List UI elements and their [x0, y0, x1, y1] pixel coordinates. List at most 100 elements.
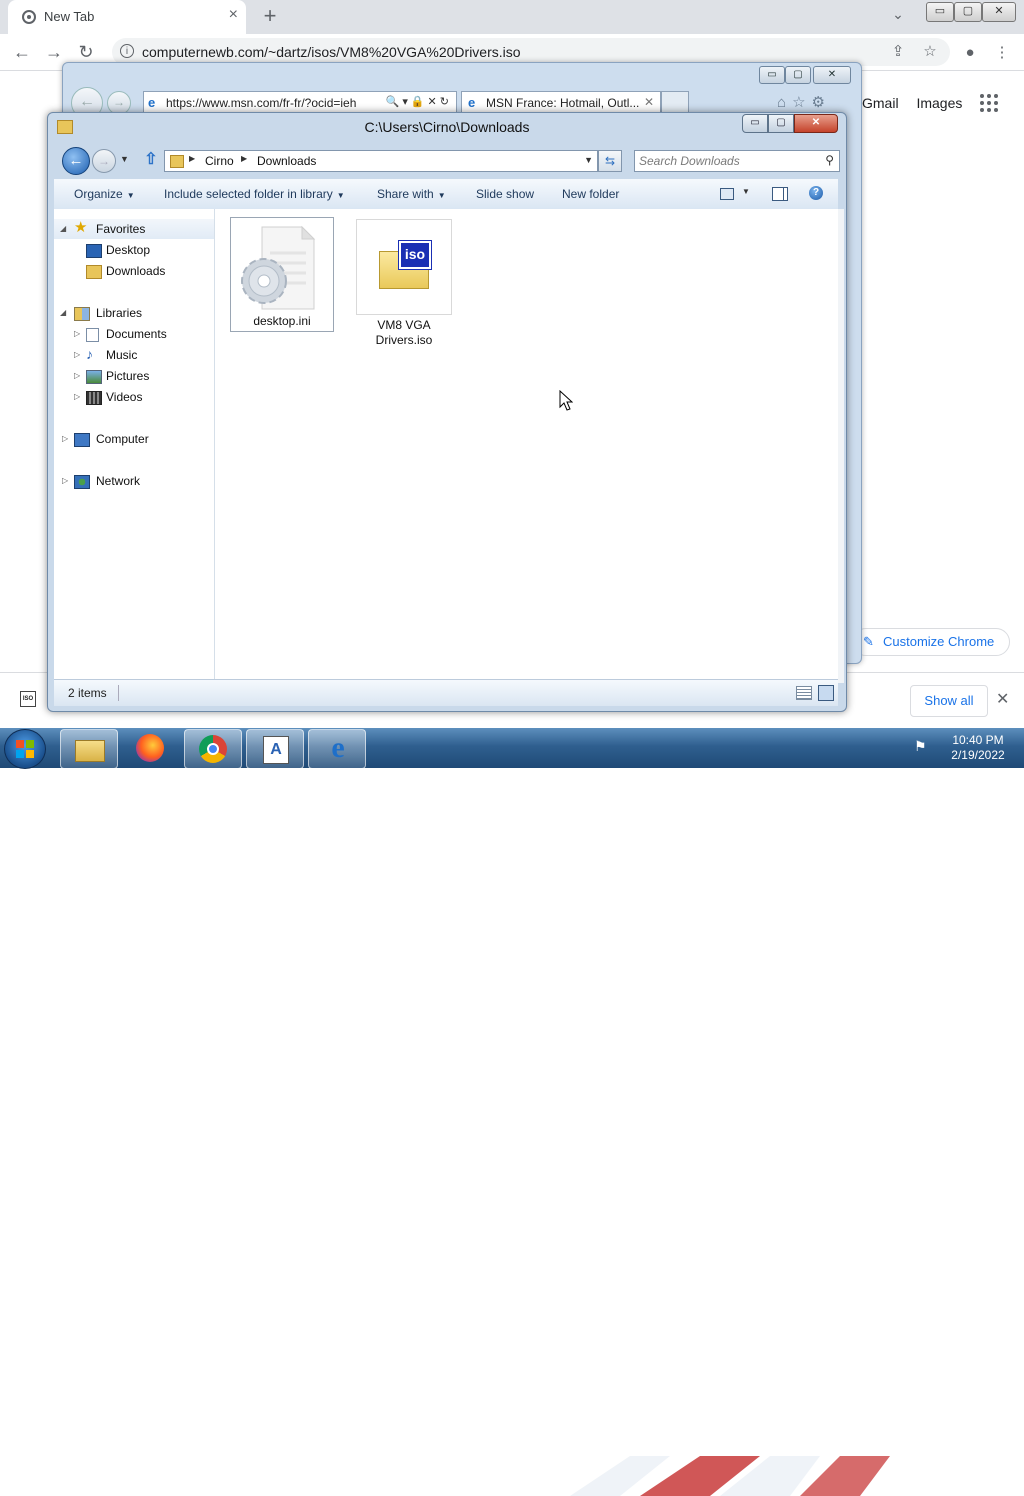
site-info-icon[interactable]: i	[120, 44, 134, 58]
ie-close-button[interactable]: ✕	[813, 66, 851, 84]
chrome-tab-new-tab[interactable]: New Tab ×	[8, 0, 246, 34]
taskbar-wordpad[interactable]: A	[246, 729, 304, 769]
change-view-icon[interactable]	[720, 188, 734, 200]
chrome-menu-icon[interactable]: ⋮	[992, 43, 1012, 63]
slide-show-button[interactable]: Slide show	[476, 187, 534, 201]
nav-music-label: Music	[106, 348, 138, 362]
favorites-star-icon[interactable]: ☆	[792, 94, 811, 111]
recent-pages-chevron-icon[interactable]: ▼	[120, 154, 129, 164]
start-button[interactable]	[4, 729, 46, 769]
organize-button[interactable]: Organize ▼	[74, 187, 135, 201]
nav-computer[interactable]: ▷ Computer	[54, 429, 214, 449]
google-apps-icon[interactable]	[980, 94, 1000, 114]
include-label: Include selected folder in library	[164, 187, 333, 201]
up-arrow-icon[interactable]: ⇧	[142, 151, 160, 169]
music-note-icon: ♪	[86, 346, 93, 362]
nav-music[interactable]: ▷ ♪ Music	[54, 345, 214, 365]
include-in-library-button[interactable]: Include selected folder in library ▼	[164, 187, 345, 201]
breadcrumb-arrow-icon[interactable]: ▶	[189, 154, 195, 163]
star-icon: ★	[74, 219, 88, 236]
taskbar-internet-explorer[interactable]: e	[308, 729, 366, 769]
new-folder-button[interactable]: New folder	[562, 187, 619, 201]
explorer-title: C:\Users\Cirno\Downloads	[364, 119, 530, 135]
collapse-triangle-icon[interactable]: ▷	[62, 471, 68, 491]
action-center-flag-icon[interactable]: ⚑	[914, 738, 932, 756]
explorer-address-bar[interactable]: ▶ Cirno ▶ Downloads ▼	[164, 150, 598, 172]
home-icon[interactable]: ⌂	[777, 94, 792, 111]
taskbar-clock[interactable]: 10:40 PM 2/19/2022	[938, 733, 1018, 763]
iso-file-icon[interactable]: ISO	[20, 691, 36, 707]
chrome-maximize-button[interactable]: ▢	[954, 2, 982, 22]
nav-documents[interactable]: ▷ Documents	[54, 324, 214, 344]
nav-network[interactable]: ▷ Network	[54, 471, 214, 491]
nav-desktop[interactable]: Desktop	[54, 240, 214, 260]
view-options-chevron-icon[interactable]: ▼	[742, 187, 750, 196]
help-icon[interactable]: ?	[809, 186, 823, 200]
file-vm8-vga-drivers-iso[interactable]: iso VM8 VGA Drivers.iso	[356, 219, 452, 349]
bookmark-star-icon[interactable]: ☆	[920, 42, 940, 62]
ie-minimize-button[interactable]: ▭	[759, 66, 785, 84]
profile-avatar-icon[interactable]: ●	[960, 43, 980, 63]
breadcrumb-cirno[interactable]: Cirno	[205, 154, 234, 168]
desktop-wallpaper-art	[570, 1456, 890, 1496]
chrome-reload-icon[interactable]: ↻	[74, 41, 98, 63]
search-icon[interactable]: ⚲	[825, 153, 834, 167]
explorer-back-icon[interactable]: ←	[62, 147, 90, 175]
chrome-back-icon[interactable]: ←	[10, 41, 34, 63]
share-with-button[interactable]: Share with ▼	[377, 187, 446, 201]
explorer-forward-icon[interactable]: →	[92, 149, 116, 173]
address-dropdown-icon[interactable]: ▼	[584, 155, 593, 165]
taskbar-explorer[interactable]	[60, 729, 118, 769]
explorer-close-button[interactable]: ✕	[794, 114, 838, 133]
chrome-tab-close-icon[interactable]: ×	[229, 6, 238, 24]
breadcrumb-downloads[interactable]: Downloads	[257, 154, 316, 168]
nav-pictures[interactable]: ▷ Pictures	[54, 366, 214, 386]
chrome-forward-icon[interactable]: →	[42, 41, 66, 63]
nav-downloads[interactable]: Downloads	[54, 261, 214, 281]
collapse-triangle-icon[interactable]: ▷	[74, 366, 80, 386]
explorer-title-bar[interactable]: C:\Users\Cirno\Downloads ▭ ▢ ✕	[48, 113, 846, 143]
chrome-url-text: computernewb.com/~dartz/isos/VM8%20VGA%2…	[142, 44, 521, 60]
collapse-triangle-icon[interactable]: ▷	[74, 345, 80, 365]
search-box[interactable]: ⚲	[634, 150, 840, 172]
search-input[interactable]	[639, 153, 815, 168]
nav-libraries[interactable]: ◢ Libraries	[54, 303, 214, 323]
chrome-tab-search-icon[interactable]: ⌄	[886, 6, 910, 23]
ie-maximize-button[interactable]: ▢	[785, 66, 811, 84]
nav-favorites[interactable]: ◢ ★ Favorites	[54, 219, 214, 239]
chrome-minimize-button[interactable]: ▭	[926, 2, 954, 22]
gmail-link[interactable]: Gmail	[862, 95, 899, 111]
ie-address-icons[interactable]: 🔍▾🔒✕↻	[386, 95, 452, 108]
taskbar-firefox[interactable]	[122, 729, 178, 767]
customize-chrome-button[interactable]: ✎ Customize Chrome	[852, 628, 1010, 656]
breadcrumb-arrow-icon[interactable]: ▶	[241, 154, 247, 163]
collapse-triangle-icon[interactable]: ▷	[62, 429, 68, 449]
details-view-icon[interactable]	[796, 686, 812, 700]
large-icons-view-icon[interactable]	[818, 685, 834, 701]
ie-tab-close-icon[interactable]: ✕	[644, 95, 654, 109]
collapse-triangle-icon[interactable]: ▷	[74, 324, 80, 344]
expand-triangle-icon[interactable]: ◢	[60, 303, 66, 323]
chrome-close-button[interactable]: ✕	[982, 2, 1016, 22]
nav-network-label: Network	[96, 474, 141, 488]
download-bar-close-icon[interactable]: ✕	[996, 689, 1009, 709]
show-all-button[interactable]: Show all	[910, 685, 988, 717]
images-link[interactable]: Images	[916, 95, 962, 111]
file-desktop-ini[interactable]: desktop.ini	[230, 217, 334, 332]
expand-triangle-icon[interactable]: ◢	[60, 219, 66, 239]
share-icon[interactable]: ⇪	[888, 42, 908, 62]
refresh-icon[interactable]: ⇆	[598, 150, 622, 172]
taskbar-chrome[interactable]	[184, 729, 242, 769]
chrome-icon	[199, 735, 227, 763]
tools-gear-icon[interactable]: ⚙	[812, 94, 831, 111]
nav-videos[interactable]: ▷ Videos	[54, 387, 214, 407]
explorer-minimize-button[interactable]: ▭	[742, 114, 768, 133]
file-list[interactable]: desktop.ini iso VM8 VGA Drivers.iso	[215, 209, 838, 683]
explorer-maximize-button[interactable]: ▢	[768, 114, 794, 133]
ie-logo-icon: e	[148, 95, 156, 110]
iso-badge-icon: iso	[398, 240, 432, 270]
chrome-new-tab-button[interactable]: +	[256, 4, 284, 30]
collapse-triangle-icon[interactable]: ▷	[74, 387, 80, 407]
preview-pane-icon[interactable]	[772, 187, 788, 201]
content-scrollbar[interactable]	[838, 209, 844, 683]
